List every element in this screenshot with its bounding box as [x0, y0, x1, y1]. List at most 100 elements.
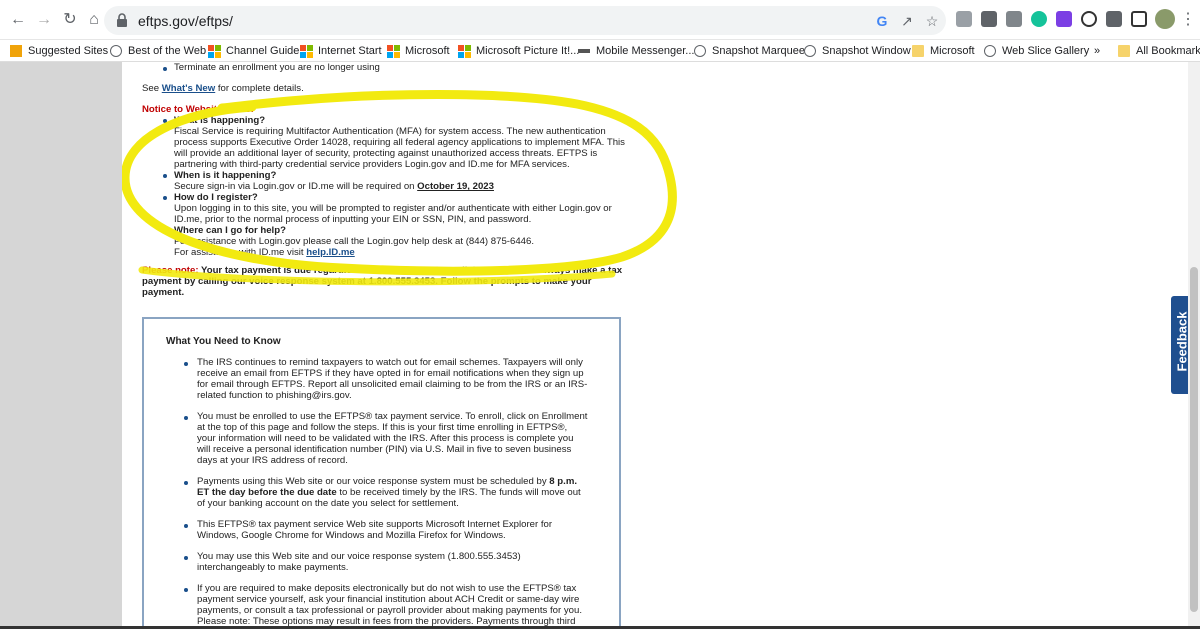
folder-icon — [912, 45, 924, 57]
know-text: This EFTPS® tax payment service Web site… — [197, 519, 553, 530]
bookmarks-bar: Suggested Sites Best of the Web Channel … — [0, 40, 1200, 62]
bullet — [184, 524, 188, 528]
know-text: Payments using this Web site or our voic… — [197, 476, 578, 487]
please-note-text: payment. — [142, 287, 185, 298]
know-text: You must be enrolled to use the EFTPS® t… — [197, 411, 588, 422]
know-text: for email through EFTPS. Report all unso… — [197, 379, 588, 390]
lock-icon — [117, 13, 127, 27]
deadline-date: October 19, 2023 — [417, 181, 494, 192]
know-text: The IRS continues to remind taxpayers to… — [197, 357, 583, 368]
bullet — [184, 556, 188, 560]
grammarly-icon[interactable] — [1031, 11, 1047, 27]
know-text: of your banking account on the date you … — [197, 498, 459, 509]
bullet — [184, 481, 188, 485]
bullet — [163, 67, 167, 71]
know-text: receive an email from EFTPS if they have… — [197, 368, 584, 379]
page-scrollbar[interactable] — [1188, 62, 1200, 629]
notice-text: For assistance with ID.me visit help.ID.… — [174, 247, 355, 258]
url-text: eftps.gov/eftps/ — [138, 13, 233, 29]
google-lens-icon[interactable]: G — [874, 13, 890, 29]
notice-text: Secure sign-in via Login.gov or ID.me wi… — [174, 181, 494, 192]
bookmark-mobile-messenger[interactable]: Mobile Messenger... — [578, 43, 694, 59]
notice-question: When is it happening? — [174, 170, 277, 181]
bullet — [184, 588, 188, 592]
bullet — [163, 229, 167, 233]
know-text: payment service yourself, ask your finan… — [197, 594, 580, 605]
know-text: days at your IRS address of record. — [197, 455, 348, 466]
know-text: If you are required to make deposits ele… — [197, 583, 577, 594]
all-bookmarks[interactable]: All Bookmarks — [1118, 43, 1200, 59]
left-gutter — [0, 62, 122, 629]
bullet — [184, 416, 188, 420]
extension-icon[interactable] — [1056, 11, 1072, 27]
bookmark-picture-it[interactable]: Microsoft Picture It!... — [458, 43, 579, 59]
microsoft-icon — [458, 45, 471, 58]
whats-new-link[interactable]: What's New — [162, 83, 215, 94]
side-panel-icon[interactable] — [1131, 11, 1147, 27]
bookmark-suggested-sites[interactable]: Suggested Sites — [10, 43, 108, 59]
bullet — [184, 362, 188, 366]
globe-icon — [110, 45, 122, 57]
microsoft-icon — [300, 45, 313, 58]
profile-avatar[interactable] — [1155, 9, 1175, 29]
notice-text: Upon logging in to this site, you will b… — [174, 203, 612, 214]
please-note-text: payment by calling our voice response sy… — [142, 276, 592, 287]
know-text: You may use this Web site and our voice … — [197, 551, 521, 562]
globe-icon — [804, 45, 816, 57]
globe-icon — [694, 45, 706, 57]
messenger-icon — [578, 49, 590, 53]
sync-icon[interactable] — [1081, 11, 1097, 27]
know-text: at the top of this page and follow the s… — [197, 422, 568, 433]
notice-text: will provide an additional layer of secu… — [174, 148, 598, 159]
notice-text: process supports Executive Order 14028, … — [174, 137, 625, 148]
bookmark-best-of-web[interactable]: Best of the Web — [110, 43, 206, 59]
see-whats-new: See What's New for complete details. — [142, 83, 304, 94]
address-bar[interactable]: eftps.gov/eftps/ G ↗ ☆ — [104, 6, 946, 35]
page-content: Terminate an enrollment you are no longe… — [122, 62, 1188, 629]
know-text: Windows, Google Chrome for Windows and M… — [197, 530, 506, 541]
bookmark-snapshot-marquee[interactable]: Snapshot Marquee — [694, 43, 805, 59]
notice-text: ID.me, prior to the normal process of in… — [174, 214, 532, 225]
bookmark-microsoft[interactable]: Microsoft — [387, 43, 450, 59]
notice-heading: Notice to Website users: — [142, 104, 254, 115]
know-text: will receive a personal identification n… — [197, 444, 572, 455]
what-you-need-to-know-box: What You Need to Know The IRS continues … — [142, 317, 621, 629]
bookmark-star-icon[interactable]: ☆ — [924, 13, 940, 29]
extension-icon[interactable] — [981, 11, 997, 27]
bookmark-snapshot-window[interactable]: Snapshot Window — [804, 43, 911, 59]
bookmark-internet-start[interactable]: Internet Start — [300, 43, 382, 59]
know-text: payments, or consult a tax professional … — [197, 605, 583, 616]
bookmarks-overflow[interactable]: » — [1094, 43, 1100, 59]
microsoft-icon — [387, 45, 400, 58]
scrollbar-thumb[interactable] — [1190, 267, 1198, 612]
bookmark-channel-guide[interactable]: Channel Guide — [208, 43, 299, 59]
back-arrow-icon[interactable]: ← — [8, 10, 28, 30]
reload-icon[interactable]: ↻ — [60, 10, 80, 30]
notice-question: How do I register? — [174, 192, 258, 203]
puzzle-icon[interactable] — [1106, 11, 1122, 27]
terminate-item: Terminate an enrollment you are no longe… — [174, 62, 380, 73]
forward-arrow-icon[interactable]: → — [34, 10, 54, 30]
notice-text: Fiscal Service is requiring Multifactor … — [174, 126, 606, 137]
bullet — [163, 119, 167, 123]
extension-icon[interactable] — [1006, 11, 1022, 27]
know-text: your information will need to be validat… — [197, 433, 574, 444]
microsoft-icon — [208, 45, 221, 58]
bookmark-web-slice-gallery[interactable]: Web Slice Gallery — [984, 43, 1089, 59]
know-text: related function to phishing@irs.gov. — [197, 390, 352, 401]
know-text: interchangeably to make payments. — [197, 562, 349, 573]
share-icon[interactable]: ↗ — [899, 13, 915, 29]
bookmark-microsoft-folder[interactable]: Microsoft — [912, 43, 975, 59]
folder-icon — [1118, 45, 1130, 57]
home-icon[interactable]: ⌂ — [84, 10, 104, 30]
please-note: Please note: Your tax payment is due reg… — [142, 265, 623, 276]
menu-dots-icon[interactable]: ⋮ — [1178, 10, 1198, 30]
browser-toolbar: ← → ↻ ⌂ eftps.gov/eftps/ G ↗ ☆ ⋮ — [0, 0, 1200, 40]
bing-icon — [10, 45, 22, 57]
globe-icon — [984, 45, 996, 57]
notice-text: For assistance with Login.gov please cal… — [174, 236, 534, 247]
bullet — [163, 196, 167, 200]
extension-icon[interactable] — [956, 11, 972, 27]
know-title: What You Need to Know — [166, 336, 281, 347]
idme-help-link[interactable]: help.ID.me — [306, 247, 355, 258]
